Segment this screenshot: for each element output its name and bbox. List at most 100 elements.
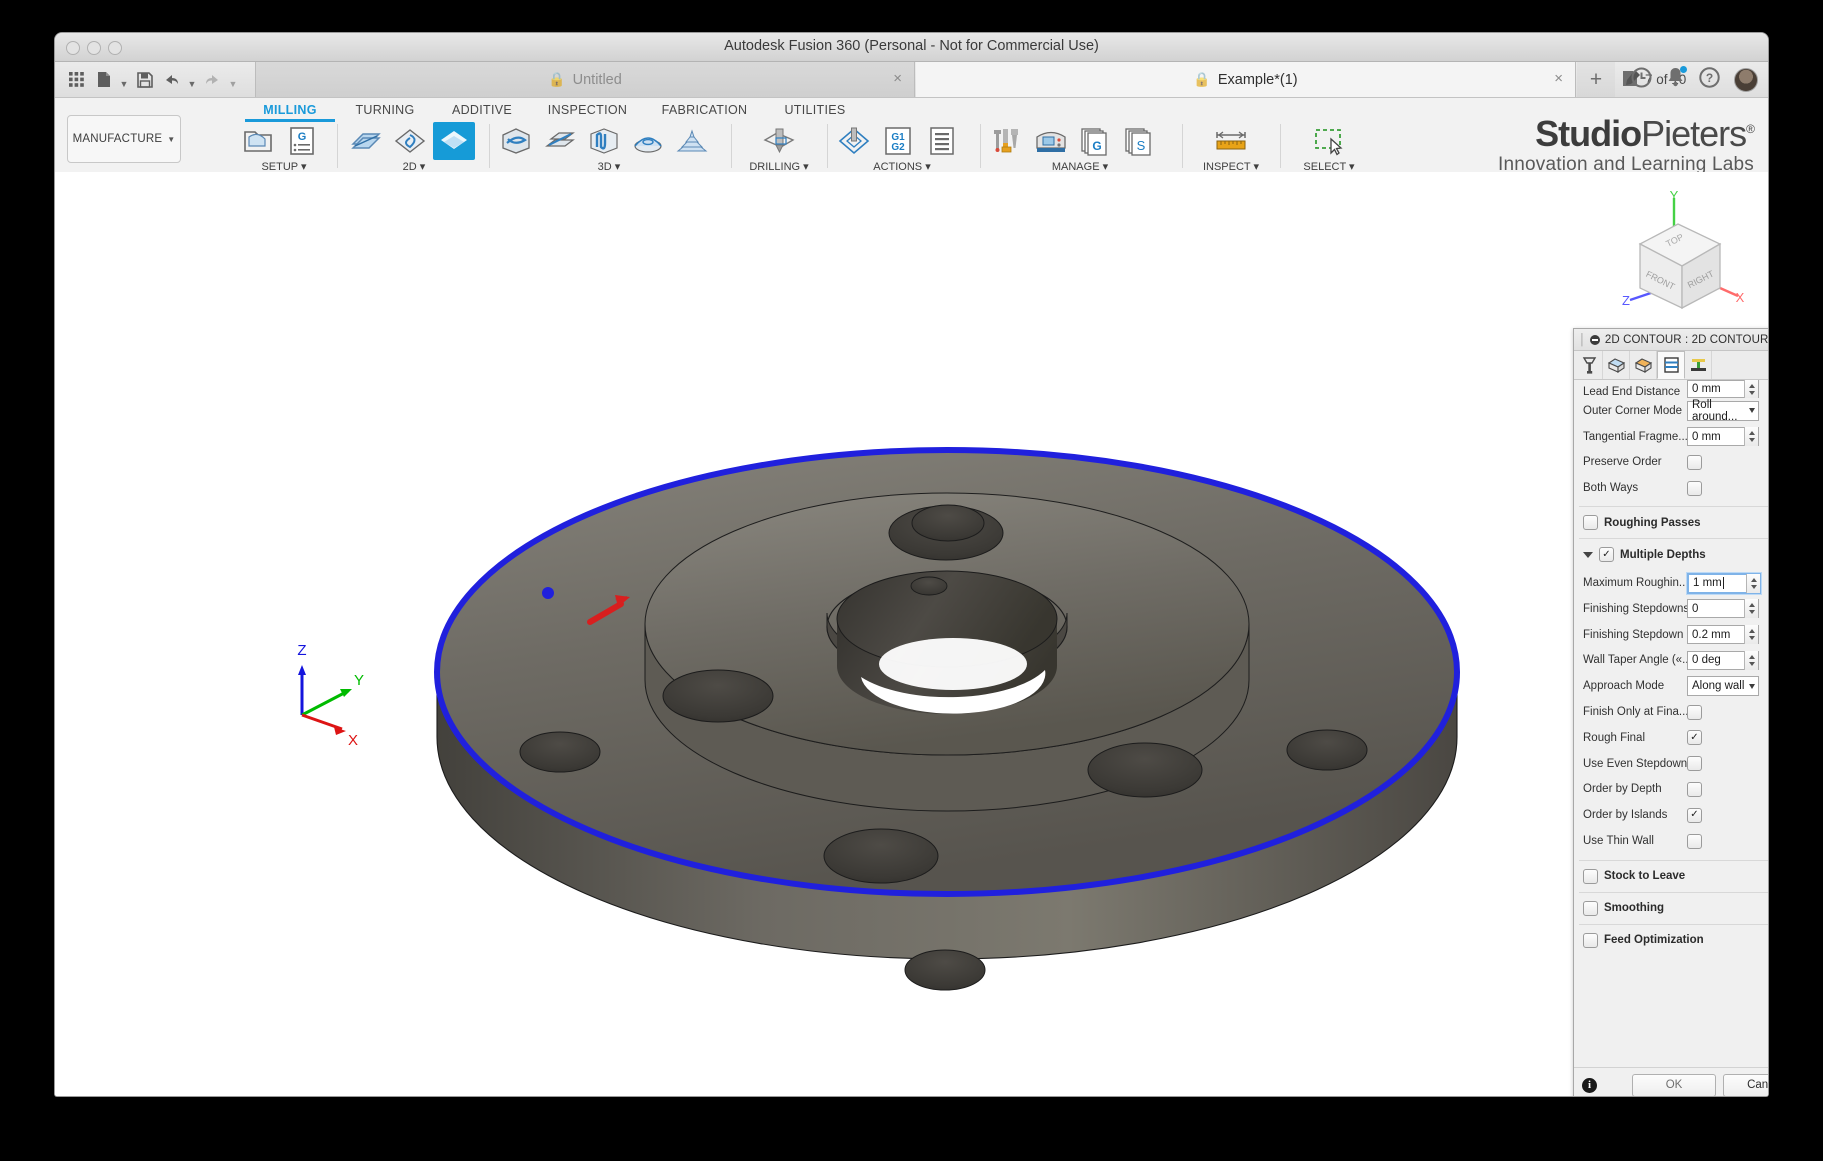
group-stock-to-leave[interactable]: Stock to Leave [1574, 861, 1768, 892]
ribbon-tab-fabrication[interactable]: FABRICATION [647, 103, 762, 117]
checkbox-preserve-order[interactable] [1687, 454, 1702, 470]
field-wall-taper-angle[interactable]: 0 deg [1687, 650, 1759, 670]
scallop-icon[interactable] [627, 122, 669, 160]
row-use-thin-wall[interactable]: Use Thin Wall [1574, 828, 1768, 854]
checkbox-use-thin-wall[interactable] [1687, 833, 1702, 849]
ribbon-tab-milling[interactable]: MILLING [245, 103, 335, 122]
checkbox-stock-to-leave[interactable] [1583, 868, 1598, 884]
spinner-wall-taper-angle[interactable] [1744, 650, 1758, 670]
row-finishing-stepdowns[interactable]: Finishing Stepdowns 0 [1574, 596, 1768, 622]
operation-dialog[interactable]: │ 2D CONTOUR : 2D CONTOUR1 ▸▸ [1573, 328, 1768, 1096]
avatar[interactable] [1734, 67, 1758, 92]
machine-library-icon[interactable] [1030, 122, 1072, 160]
list-icon[interactable] [921, 122, 963, 160]
undo-icon[interactable] [159, 67, 184, 93]
undo-caret-icon[interactable]: ▼ [186, 63, 198, 96]
redo-icon[interactable] [200, 67, 225, 93]
flange-model[interactable] [55, 172, 1768, 1096]
adaptive2d-icon[interactable] [389, 122, 431, 160]
operation-dialog-header[interactable]: │ 2D CONTOUR : 2D CONTOUR1 ▸▸ [1574, 329, 1768, 351]
row-approach-mode[interactable]: Approach Mode Along wall [1574, 673, 1768, 699]
tab-geometry[interactable] [1603, 351, 1630, 379]
ok-button[interactable]: OK [1632, 1073, 1716, 1096]
field-finishing-stepdown[interactable]: 0.2 mm [1687, 625, 1759, 645]
tab-linking[interactable] [1685, 351, 1712, 379]
row-rough-final[interactable]: Rough Final ✓ [1574, 725, 1768, 751]
document-tab-untitled[interactable]: 🔒 Untitled × [255, 62, 915, 97]
field-finishing-stepdowns[interactable]: 0 [1687, 599, 1759, 619]
checkbox-order-by-depth[interactable] [1687, 781, 1702, 797]
row-order-by-depth[interactable]: Order by Depth [1574, 777, 1768, 803]
pocket3d-icon[interactable] [539, 122, 581, 160]
group-roughing-passes[interactable]: Roughing Passes [1574, 507, 1768, 538]
document-tab-close-icon[interactable]: × [893, 71, 902, 87]
collapse-icon[interactable] [1589, 334, 1600, 345]
operation-settings-list[interactable]: Lead End Distance 0 mm Outer Corner Mode… [1574, 380, 1768, 1067]
row-outer-corner-mode[interactable]: Outer Corner Mode Roll around... [1574, 398, 1768, 424]
field-tangential-fragment[interactable]: 0 mm [1687, 427, 1759, 447]
group-multiple-depths[interactable]: ✓ Multiple Depths [1574, 539, 1768, 570]
row-finish-only-at-final-depth[interactable]: Finish Only at Fina... [1574, 699, 1768, 725]
measure-icon[interactable] [1210, 122, 1252, 160]
redo-caret-icon[interactable]: ▼ [227, 63, 239, 96]
tab-heights[interactable] [1630, 351, 1657, 379]
field-maximum-roughing-stepdown[interactable]: 1 mm [1687, 572, 1761, 594]
field-lead-end-distance[interactable]: 0 mm [1687, 380, 1759, 398]
spinner-maximum-roughing-stepdown[interactable] [1746, 573, 1760, 593]
row-wall-taper-angle[interactable]: Wall Taper Angle («... 0 deg [1574, 648, 1768, 674]
adaptive3d-icon[interactable] [495, 122, 537, 160]
workspace-switcher-button[interactable]: MANUFACTURE ▼ [67, 115, 181, 163]
row-both-ways[interactable]: Both Ways [1574, 475, 1768, 501]
row-lead-end-distance[interactable]: Lead End Distance 0 mm [1574, 380, 1768, 398]
contour-start-point[interactable] [542, 587, 554, 599]
row-maximum-roughing-stepdown[interactable]: Maximum Roughin... 1 mm [1574, 570, 1768, 596]
checkbox-roughing-passes[interactable] [1583, 515, 1598, 531]
group-smoothing[interactable]: Smoothing [1574, 893, 1768, 924]
row-preserve-order[interactable]: Preserve Order [1574, 450, 1768, 476]
tool-library-icon[interactable] [986, 122, 1028, 160]
tab-tool[interactable] [1576, 351, 1603, 379]
spinner-lead-end-distance[interactable] [1744, 380, 1758, 398]
document-tab-close-icon[interactable]: × [1554, 71, 1563, 87]
3d-viewport[interactable]: Y Z X TOP FRONT RIGHT Z Y X [55, 172, 1768, 1096]
notifications-bell-icon[interactable] [1666, 66, 1687, 92]
checkbox-smoothing[interactable] [1583, 900, 1598, 916]
drill-icon[interactable] [758, 122, 800, 160]
row-tangential-fragment[interactable]: Tangential Fragme... 0 mm [1574, 424, 1768, 450]
post-g-icon[interactable]: G [1074, 122, 1116, 160]
new-file-caret-icon[interactable]: ▼ [118, 63, 130, 96]
app-grid-icon[interactable] [64, 67, 89, 93]
g1g2-icon[interactable]: G1 G2 [877, 122, 919, 160]
dropdown-approach-mode[interactable]: Along wall [1687, 676, 1759, 697]
job-status-icon[interactable] [1631, 67, 1652, 93]
contour2d-icon[interactable] [433, 122, 475, 160]
checkbox-order-by-islands[interactable]: ✓ [1687, 807, 1702, 823]
checkbox-finish-only-at-final-depth[interactable] [1687, 704, 1702, 720]
marquee-select-icon[interactable] [1308, 122, 1350, 160]
checkbox-both-ways[interactable] [1687, 480, 1702, 496]
ribbon-tab-inspection[interactable]: INSPECTION [535, 103, 640, 117]
row-finishing-stepdown[interactable]: Finishing Stepdown 0.2 mm [1574, 622, 1768, 648]
new-file-icon[interactable] [91, 67, 116, 93]
post-s-icon[interactable]: S [1118, 122, 1160, 160]
ribbon-tab-additive[interactable]: ADDITIVE [437, 103, 527, 117]
checkbox-feed-optimization[interactable] [1583, 932, 1598, 948]
group-feed-optimization[interactable]: Feed Optimization [1574, 925, 1768, 956]
face-icon[interactable] [345, 122, 387, 160]
cancel-button[interactable]: Cancel [1723, 1073, 1768, 1096]
spinner-tangential-fragment[interactable] [1744, 427, 1758, 447]
row-order-by-islands[interactable]: Order by Islands ✓ [1574, 802, 1768, 828]
checkbox-multiple-depths[interactable]: ✓ [1599, 547, 1614, 563]
parallel-icon[interactable] [583, 122, 625, 160]
setup-folder-icon[interactable] [237, 122, 279, 160]
ribbon-tab-turning[interactable]: TURNING [340, 103, 430, 117]
tab-passes[interactable] [1657, 351, 1685, 379]
checkbox-use-even-stepdowns[interactable] [1687, 756, 1702, 772]
spinner-finishing-stepdowns[interactable] [1744, 599, 1758, 619]
spinner-finishing-stepdown[interactable] [1744, 625, 1758, 645]
view-cube[interactable]: Y Z X TOP FRONT RIGHT [1616, 188, 1746, 320]
probe-icon[interactable] [833, 122, 875, 160]
chevron-down-icon[interactable] [1583, 551, 1593, 558]
row-use-even-stepdowns[interactable]: Use Even Stepdowns [1574, 751, 1768, 777]
new-tab-button[interactable]: + [1577, 62, 1615, 97]
